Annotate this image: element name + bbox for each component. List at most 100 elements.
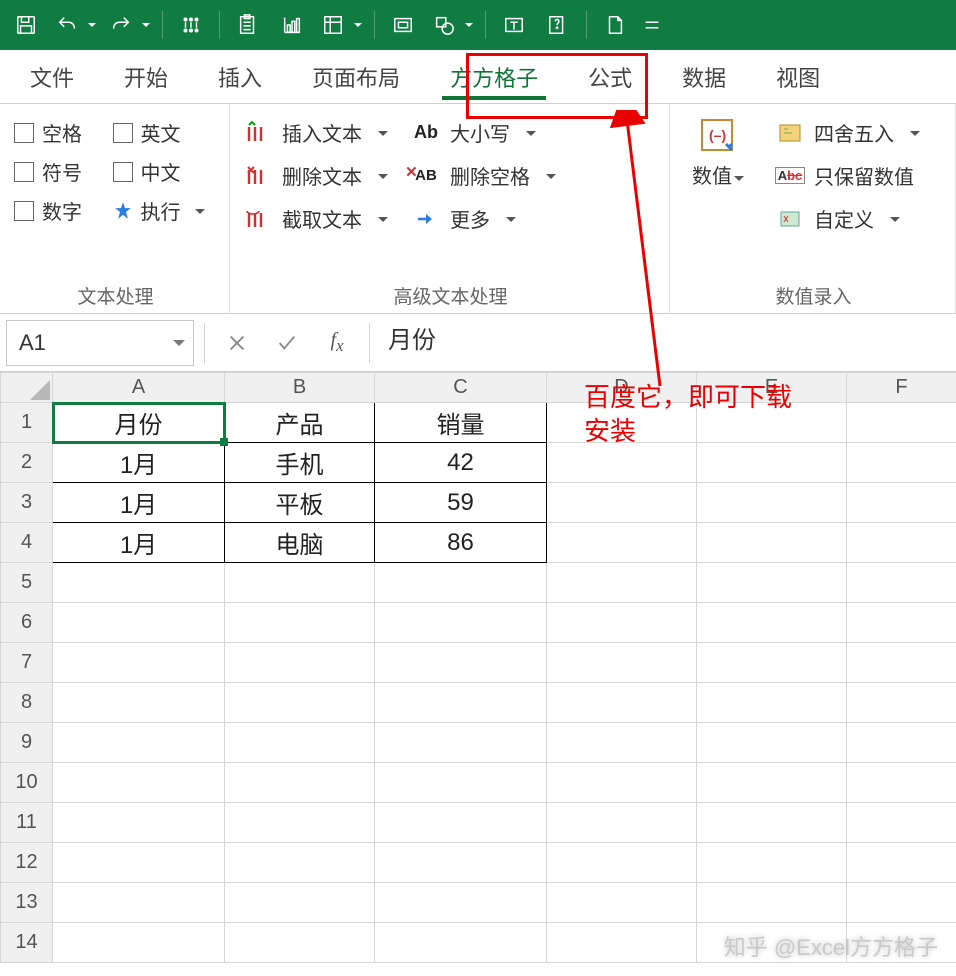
- cell[interactable]: [697, 443, 847, 483]
- cell[interactable]: [697, 723, 847, 763]
- tab-insert[interactable]: 插入: [196, 51, 284, 103]
- col-header-B[interactable]: B: [225, 373, 375, 403]
- cell[interactable]: [847, 483, 956, 523]
- cell[interactable]: [697, 683, 847, 723]
- cell[interactable]: [375, 723, 547, 763]
- cell[interactable]: [847, 523, 956, 563]
- btn-case[interactable]: Ab 大小写: [412, 118, 556, 147]
- cell[interactable]: [847, 883, 956, 923]
- tab-fangfang[interactable]: 方方格子: [428, 51, 560, 103]
- cell[interactable]: [375, 843, 547, 883]
- cell[interactable]: [225, 563, 375, 603]
- cell[interactable]: [53, 563, 225, 603]
- cell[interactable]: [547, 883, 697, 923]
- pivot-icon[interactable]: [316, 5, 366, 45]
- cancel-formula-button[interactable]: [213, 320, 261, 366]
- cell[interactable]: [53, 643, 225, 683]
- fx-button[interactable]: fx: [313, 320, 361, 366]
- chk-space[interactable]: 空格: [14, 118, 95, 147]
- row-header[interactable]: 13: [1, 883, 53, 923]
- cell[interactable]: [53, 683, 225, 723]
- row-header[interactable]: 2: [1, 443, 53, 483]
- cell[interactable]: 42: [375, 443, 547, 483]
- cell[interactable]: [53, 883, 225, 923]
- cell[interactable]: [847, 723, 956, 763]
- cell[interactable]: 平板: [225, 483, 375, 523]
- cell[interactable]: [697, 603, 847, 643]
- cell[interactable]: [547, 403, 697, 443]
- name-box[interactable]: A1: [6, 320, 194, 366]
- select-all-corner[interactable]: [1, 373, 53, 403]
- cell[interactable]: 86: [375, 523, 547, 563]
- row-header[interactable]: 12: [1, 843, 53, 883]
- btn-delete-text[interactable]: 删除文本: [244, 161, 388, 190]
- cell[interactable]: [225, 683, 375, 723]
- cell[interactable]: 月份: [53, 403, 225, 443]
- screenshot-icon[interactable]: [383, 5, 423, 45]
- cell[interactable]: [547, 763, 697, 803]
- cell[interactable]: [375, 803, 547, 843]
- cell[interactable]: [375, 563, 547, 603]
- row-header[interactable]: 5: [1, 563, 53, 603]
- col-header-E[interactable]: E: [697, 373, 847, 403]
- textbox-icon[interactable]: [494, 5, 534, 45]
- page-icon[interactable]: [595, 5, 635, 45]
- row-header[interactable]: 4: [1, 523, 53, 563]
- help-icon[interactable]: [538, 5, 578, 45]
- cell[interactable]: [547, 843, 697, 883]
- btn-insert-text[interactable]: 插入文本: [244, 118, 388, 147]
- tab-layout[interactable]: 页面布局: [290, 51, 422, 103]
- cell[interactable]: [697, 843, 847, 883]
- cell[interactable]: 电脑: [225, 523, 375, 563]
- col-header-C[interactable]: C: [375, 373, 547, 403]
- cell[interactable]: [225, 883, 375, 923]
- cell[interactable]: [847, 763, 956, 803]
- cell[interactable]: [375, 643, 547, 683]
- cell[interactable]: [375, 683, 547, 723]
- cell[interactable]: [697, 483, 847, 523]
- col-header-A[interactable]: A: [53, 373, 225, 403]
- cell[interactable]: [375, 923, 547, 963]
- cell[interactable]: [697, 803, 847, 843]
- cell[interactable]: [697, 563, 847, 603]
- cell[interactable]: 59: [375, 483, 547, 523]
- row-header[interactable]: 10: [1, 763, 53, 803]
- cell[interactable]: [547, 803, 697, 843]
- cell[interactable]: [225, 923, 375, 963]
- tab-data[interactable]: 数据: [660, 51, 748, 103]
- cell[interactable]: [375, 763, 547, 803]
- col-header-F[interactable]: F: [847, 373, 956, 403]
- cell[interactable]: [225, 723, 375, 763]
- cell[interactable]: [53, 603, 225, 643]
- shape-icon[interactable]: [427, 5, 477, 45]
- cell[interactable]: [53, 923, 225, 963]
- cell[interactable]: 手机: [225, 443, 375, 483]
- tab-file[interactable]: 文件: [8, 51, 96, 103]
- cell[interactable]: [53, 803, 225, 843]
- cell[interactable]: [847, 603, 956, 643]
- row-header[interactable]: 11: [1, 803, 53, 843]
- chart-icon[interactable]: [272, 5, 312, 45]
- cell[interactable]: [847, 843, 956, 883]
- cell[interactable]: [847, 683, 956, 723]
- cell[interactable]: [847, 803, 956, 843]
- cell[interactable]: [697, 923, 847, 963]
- cell[interactable]: [225, 803, 375, 843]
- enter-formula-button[interactable]: [263, 320, 311, 366]
- cell[interactable]: [547, 723, 697, 763]
- cell[interactable]: 1月: [53, 483, 225, 523]
- btn-number-format[interactable]: (–) 数值: [684, 112, 752, 193]
- cell[interactable]: [847, 923, 956, 963]
- chk-number[interactable]: 数字: [14, 196, 95, 225]
- cell[interactable]: [225, 763, 375, 803]
- cell[interactable]: [547, 923, 697, 963]
- cell[interactable]: [375, 603, 547, 643]
- cell[interactable]: [53, 723, 225, 763]
- btn-keep-number[interactable]: Abc 只保留数值: [776, 161, 920, 190]
- cell[interactable]: [847, 403, 956, 443]
- cell[interactable]: [547, 443, 697, 483]
- cell[interactable]: 1月: [53, 523, 225, 563]
- btn-more[interactable]: 更多: [412, 204, 556, 233]
- btn-custom[interactable]: 自定义: [776, 204, 920, 233]
- row-header[interactable]: 14: [1, 923, 53, 963]
